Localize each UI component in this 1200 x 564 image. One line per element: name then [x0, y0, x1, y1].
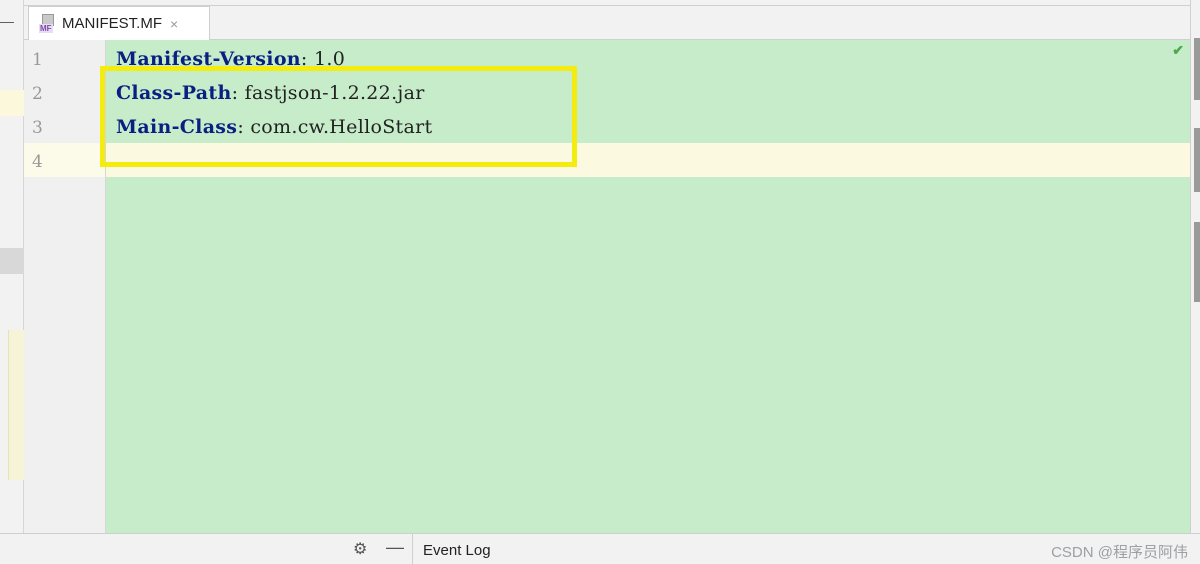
database-tool-tab[interactable] — [1194, 38, 1200, 100]
line-number: 3 — [32, 118, 43, 138]
maven-tool-tab[interactable] — [1194, 128, 1200, 192]
code-line[interactable]: Class-Path: fastjson-1.2.22.jar — [116, 82, 425, 104]
status-divider — [412, 534, 413, 564]
ant-build-tool-tab[interactable] — [1194, 222, 1200, 302]
manifest-value: 1.0 — [313, 48, 346, 70]
gear-icon[interactable]: ⚙ — [353, 539, 367, 559]
watermark-text: CSDN @程序员阿伟 — [1051, 544, 1188, 561]
manifest-key: Main-Class — [116, 116, 238, 138]
file-type-badge: MF — [39, 23, 53, 33]
key-separator: : — [300, 48, 314, 70]
manifest-file-icon: MF — [39, 13, 57, 34]
inspection-ok-icon[interactable]: ✔ — [1172, 42, 1184, 59]
key-separator: : — [231, 82, 245, 104]
manifest-key: Manifest-Version — [116, 48, 301, 70]
code-line[interactable]: Main-Class: com.cw.HelloStart — [116, 116, 432, 138]
manifest-key: Class-Path — [116, 82, 232, 104]
project-panel-edge: — — [0, 0, 24, 533]
code-editor[interactable]: Manifest-Version: 1.0 Class-Path: fastjs… — [106, 40, 1190, 533]
hide-panel-icon[interactable]: — — [0, 10, 14, 32]
right-tool-window-strip — [1190, 0, 1200, 533]
tab-manifest[interactable]: MF MANIFEST.MF × — [28, 6, 210, 40]
minimize-icon[interactable]: — — [386, 537, 404, 558]
tab-label: MANIFEST.MF — [62, 15, 162, 32]
manifest-value: com.cw.HelloStart — [250, 116, 433, 138]
line-number-gutter[interactable]: 1 2 3 4 — [24, 40, 106, 533]
manifest-value: fastjson-1.2.22.jar — [244, 82, 425, 104]
line-number: 4 — [32, 152, 43, 172]
line-number: 2 — [32, 84, 43, 104]
panel-highlight-marker — [0, 90, 24, 116]
status-bar: ⚙ — Event Log CSDN @程序员阿伟 — [0, 533, 1200, 564]
key-separator: : — [237, 116, 251, 138]
panel-scroll-marker[interactable] — [0, 248, 24, 274]
event-log-button[interactable]: Event Log — [423, 542, 491, 559]
editor-tab-bar: MF MANIFEST.MF × — [24, 0, 1190, 40]
code-line[interactable]: Manifest-Version: 1.0 — [116, 48, 345, 70]
close-icon[interactable]: × — [170, 16, 178, 32]
panel-selection-marker — [8, 330, 24, 480]
line-number: 1 — [32, 50, 43, 70]
current-line-highlight — [106, 143, 1190, 177]
